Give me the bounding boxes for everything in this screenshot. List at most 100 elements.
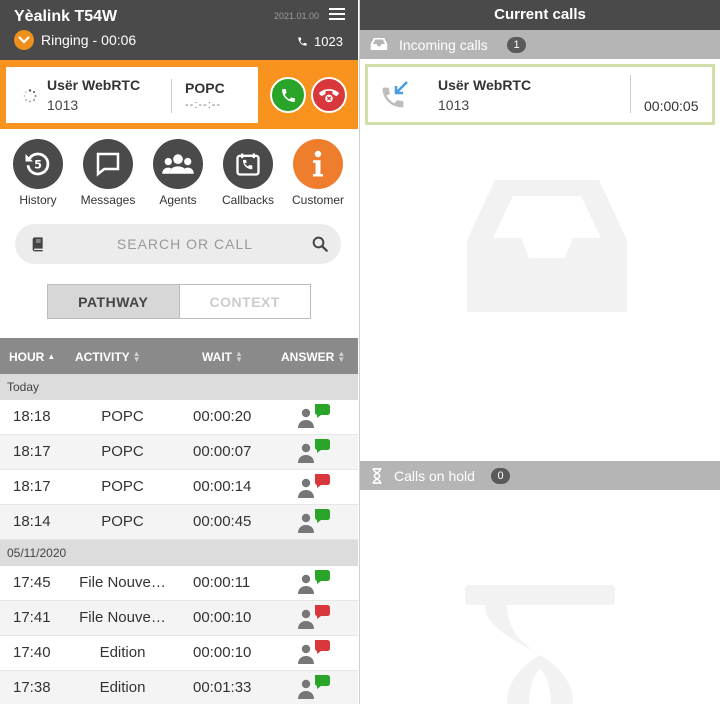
table-row[interactable]: 18:18 POPC 00:00:20: [0, 400, 358, 435]
shortcut-circle: [153, 139, 203, 189]
current-calls-panel: Current calls Incoming calls 1 Usër WebR…: [359, 0, 720, 704]
table-row[interactable]: 17:45 File Nouve… 00:00:11: [0, 566, 358, 601]
active-call-bar: Usër WebRTC 1013 POPC --:--:--: [0, 60, 358, 129]
row-wait: 00:00:20: [193, 408, 252, 425]
row-hour: 18:14: [13, 513, 51, 530]
tab-pathway[interactable]: PATHWAY: [48, 285, 180, 318]
directory-book-icon[interactable]: [30, 236, 46, 252]
row-activity: POPC: [101, 478, 144, 495]
shortcut-agents[interactable]: Agents: [143, 139, 213, 207]
hamburger-menu-icon[interactable]: [329, 8, 345, 22]
answer-status-icon: [298, 438, 332, 464]
active-call-card[interactable]: Usër WebRTC 1013 POPC --:--:--: [6, 67, 258, 123]
row-wait: 00:00:11: [193, 574, 251, 591]
shortcut-circle: [83, 139, 133, 189]
row-hour: 18:17: [13, 478, 51, 495]
shortcut-circle: [223, 139, 273, 189]
sort-icon: ▲ ▼: [132, 349, 141, 364]
shortcut-label: Agents: [159, 193, 197, 207]
table-row[interactable]: 18:17 POPC 00:00:07: [0, 435, 358, 470]
date-stamp: 2021.01.00: [274, 11, 320, 21]
empty-hourglass-icon: [465, 585, 615, 704]
row-hour: 17:45: [13, 574, 51, 591]
row-hour: 18:17: [13, 443, 51, 460]
row-activity: Edition: [99, 644, 146, 661]
table-row[interactable]: 17:41 File Nouve… 00:00:10: [0, 601, 358, 636]
reject-call-button[interactable]: [311, 77, 347, 113]
column-label: HOUR: [9, 350, 45, 364]
status-separator: -: [92, 32, 98, 48]
shortcut-label: Callbacks: [221, 193, 275, 207]
sort-icon: ▲ ▼: [337, 349, 346, 364]
column-hour[interactable]: HOUR ▲: [9, 350, 55, 364]
incoming-call-duration: 00:00:05: [644, 98, 699, 114]
history-icon: 5: [25, 152, 50, 176]
info-icon: [313, 150, 323, 177]
search-input[interactable]: [65, 224, 305, 264]
shortcut-history[interactable]: 5 History: [3, 139, 73, 207]
view-toggle: PATHWAY CONTEXT: [47, 284, 311, 319]
queue-timer: --:--:--: [185, 99, 222, 111]
ringing-status[interactable]: Ringing - 00:06: [14, 30, 136, 50]
hold-count-badge: 0: [491, 468, 510, 484]
shortcut-circle: [293, 139, 343, 189]
incoming-calls-header[interactable]: Incoming calls 1: [360, 30, 720, 59]
row-activity: File Nouve…: [79, 609, 166, 626]
row-activity: File Nouve…: [79, 574, 166, 591]
divider: [630, 75, 631, 113]
tab-context[interactable]: CONTEXT: [179, 285, 310, 318]
device-header: Yèalink T54W 2021.01.00 Ringing - 00:06 …: [0, 0, 358, 60]
search-bar: [15, 224, 341, 264]
table-header: HOUR ▲ ACTIVITY ▲ ▼ WAIT ▲ ▼ ANSWER ▲ ▼: [0, 338, 358, 374]
shortcut-customer[interactable]: Customer: [283, 139, 353, 207]
shortcut-bar: 5 History Messages Agents Callbacks Cust…: [0, 129, 358, 209]
column-wait[interactable]: WAIT ▲ ▼: [202, 349, 243, 365]
loading-spinner-icon: [23, 89, 37, 103]
row-hour: 17:40: [13, 644, 51, 661]
caller-number: 1013: [47, 97, 79, 113]
row-wait: 00:00:07: [193, 443, 252, 460]
answer-status-icon: [298, 403, 332, 429]
table-row[interactable]: 17:40 Edition 00:00:10: [0, 636, 358, 671]
accept-call-button[interactable]: [270, 77, 306, 113]
divider: [171, 79, 172, 113]
row-wait: 00:00:10: [193, 644, 252, 661]
row-hour: 17:41: [13, 609, 51, 626]
agents-icon: [162, 154, 194, 174]
history-group-header: Today: [0, 374, 358, 400]
incoming-caller-number: 1013: [438, 97, 470, 113]
inbox-icon: [370, 38, 388, 50]
answer-status-icon: [298, 639, 332, 665]
answer-status-icon: [298, 508, 332, 534]
ring-timer: 00:06: [101, 32, 137, 48]
chevron-down-icon[interactable]: [14, 30, 34, 50]
search-icon[interactable]: [311, 235, 329, 253]
row-activity: POPC: [101, 443, 144, 460]
empty-inbox-icon: [467, 180, 627, 312]
answer-status-icon: [298, 569, 332, 595]
column-answer[interactable]: ANSWER ▲ ▼: [281, 349, 346, 365]
row-wait: 00:01:33: [193, 679, 252, 696]
sort-icon: ▲ ▼: [235, 349, 243, 364]
queue-name: POPC: [185, 80, 225, 96]
shortcut-messages[interactable]: Messages: [73, 139, 143, 207]
table-row[interactable]: 18:14 POPC 00:00:45: [0, 505, 358, 540]
shortcut-label: Customer: [291, 193, 344, 207]
answer-status-icon: [298, 604, 332, 630]
column-label: WAIT: [202, 350, 232, 364]
svg-text:5: 5: [34, 158, 42, 171]
history-group-header: 05/11/2020: [0, 540, 358, 566]
row-hour: 18:18: [13, 408, 51, 425]
phone-icon: [298, 37, 307, 46]
column-activity[interactable]: ACTIVITY ▲ ▼: [75, 349, 141, 365]
table-row[interactable]: 18:17 POPC 00:00:14: [0, 470, 358, 505]
section-label: Calls on hold: [394, 468, 475, 484]
calls-on-hold-header[interactable]: Calls on hold 0: [360, 461, 720, 490]
call-history-table: HOUR ▲ ACTIVITY ▲ ▼ WAIT ▲ ▼ ANSWER ▲ ▼ Tod…: [0, 338, 358, 704]
incoming-call-card[interactable]: Usër WebRTC 1013 00:00:05: [365, 64, 715, 125]
table-row[interactable]: 17:38 Edition 00:01:33: [0, 671, 358, 704]
hang-up-icon: [319, 89, 339, 103]
shortcut-callbacks[interactable]: Callbacks: [213, 139, 283, 207]
callbacks-icon: [236, 153, 260, 176]
incoming-count-badge: 1: [507, 37, 526, 53]
